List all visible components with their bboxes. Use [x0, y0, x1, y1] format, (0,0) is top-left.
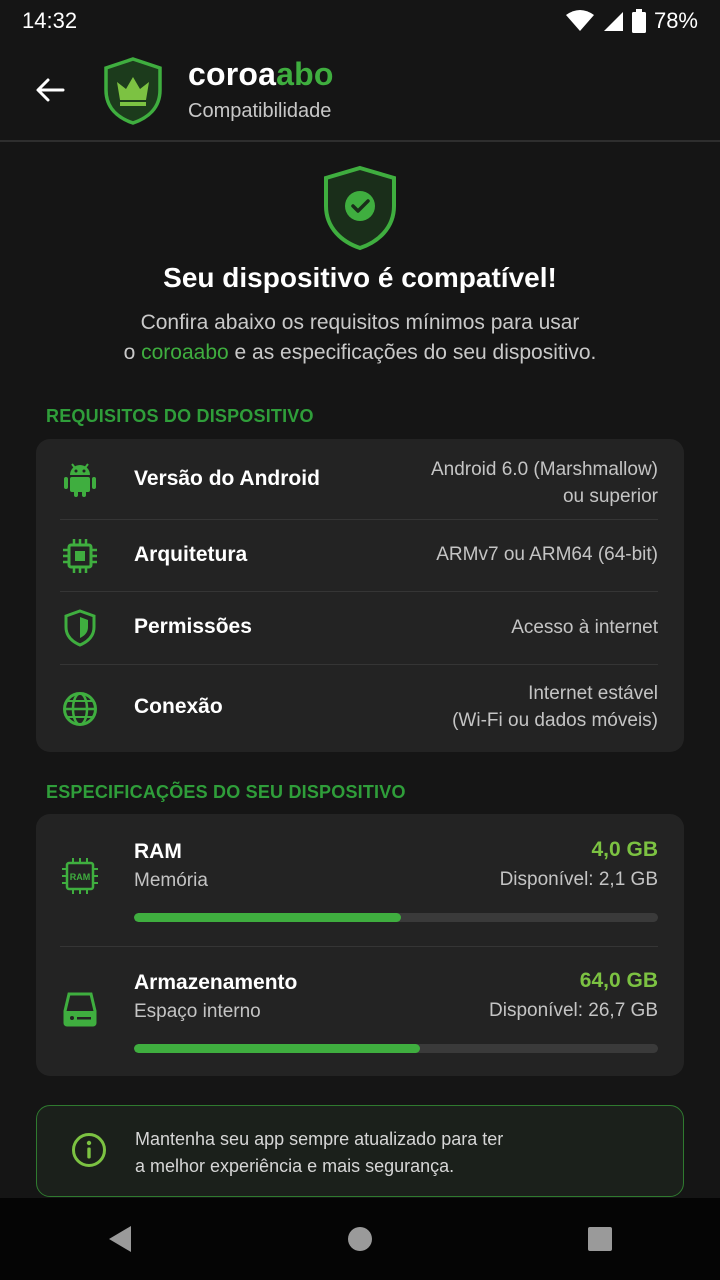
- app-bar-subtitle: Compatibilidade: [188, 100, 332, 122]
- battery-icon: [631, 9, 646, 33]
- requirements-section-title: REQUISITOS DO DISPOSITIVO: [46, 406, 314, 426]
- spec-row-storage: Armazenamento Espaço interno 64,0 GB Dis…: [36, 947, 684, 1076]
- requirement-label: Permissões: [134, 615, 252, 638]
- requirement-value: Acesso à internet: [511, 614, 658, 641]
- info-text-line-1: Mantenha seu app sempre atualizado para …: [135, 1129, 504, 1149]
- spec-label: Armazenamento: [134, 971, 298, 994]
- spec-available: Disponível: 26,7 GB: [489, 1000, 658, 1021]
- requirement-value-line-1: Android 6.0 (Marshmallow): [430, 459, 658, 480]
- globe-icon: [60, 689, 100, 729]
- nav-recents-button[interactable]: [570, 1209, 630, 1269]
- shield-check-icon: [324, 165, 396, 251]
- ram-icon-text: RAM: [70, 872, 91, 882]
- nav-home-button[interactable]: [330, 1209, 390, 1269]
- back-triangle-icon: [109, 1226, 131, 1252]
- spec-label: RAM: [134, 840, 182, 863]
- specs-section-title: ESPECIFICAÇÕES DO SEU DISPOSITIVO: [46, 782, 406, 802]
- info-text: Mantenha seu app sempre atualizado para …: [135, 1126, 655, 1180]
- requirement-value-line-1: Internet estável: [528, 683, 658, 704]
- requirements-card: Versão do Android Android 6.0 (Marshmall…: [36, 439, 684, 752]
- brand-part-2: abo: [276, 56, 334, 92]
- shield-icon: [60, 608, 100, 648]
- battery-percent: 78%: [653, 8, 698, 33]
- requirement-label: Conexão: [134, 695, 223, 718]
- android-icon: [60, 459, 100, 499]
- requirement-value-line-1: Acesso à internet: [511, 617, 658, 638]
- app-bar-divider: [0, 140, 720, 142]
- storage-icon: [60, 989, 100, 1029]
- requirement-value: ARMv7 ou ARM64 (64-bit): [436, 541, 658, 568]
- requirement-row-connection: Conexão Internet estável (Wi-Fi ou dados…: [36, 665, 684, 752]
- logo-crown-shield-icon: [104, 57, 162, 125]
- recents-square-icon: [588, 1227, 612, 1251]
- brand-part-1: coroa: [188, 56, 277, 92]
- requirement-label: Versão do Android: [134, 467, 320, 490]
- system-nav-bar: [0, 1198, 720, 1280]
- storage-usage-fill: [134, 1044, 420, 1053]
- status-icons: 78%: [565, 8, 698, 34]
- chip-icon: [60, 536, 100, 576]
- hero-description: Confira abaixo os requisitos mínimos par…: [60, 308, 660, 368]
- requirement-value: Android 6.0 (Marshmallow) ou superior: [431, 456, 658, 510]
- hero-desc-brand: coroaabo: [141, 341, 229, 364]
- requirement-row-android: Versão do Android Android 6.0 (Marshmall…: [36, 439, 684, 519]
- info-icon: [72, 1133, 106, 1167]
- requirement-row-architecture: Arquitetura ARMv7 ou ARM64 (64-bit): [36, 520, 684, 591]
- specs-card: RAM RAM Memória 4,0 GB Disponível: 2,1 G…: [36, 814, 684, 1076]
- spec-sub: Memória: [134, 870, 208, 891]
- info-card: Mantenha seu app sempre atualizado para …: [36, 1105, 684, 1197]
- wifi-icon: [565, 10, 594, 31]
- requirement-value: Internet estável (Wi-Fi ou dados móveis): [452, 680, 658, 734]
- storage-usage-bar: [134, 1044, 658, 1053]
- ram-usage-bar: [134, 913, 658, 922]
- hero-desc-line-2: o coroaabo e as especificações do seu di…: [60, 338, 660, 368]
- hero-desc-prefix: o: [123, 341, 142, 364]
- status-time: 14:32: [22, 8, 78, 33]
- hero-title: Seu dispositivo é compatível!: [163, 262, 557, 293]
- status-bar: 14:32 78%: [0, 0, 720, 42]
- spec-row-ram: RAM RAM Memória 4,0 GB Disponível: 2,1 G…: [36, 814, 684, 946]
- ram-icon: RAM: [60, 856, 100, 896]
- arrow-left-icon: [36, 78, 65, 102]
- hero-desc-line-1: Confira abaixo os requisitos mínimos par…: [140, 311, 580, 334]
- info-text-line-2: a melhor experiência e mais segurança.: [135, 1156, 455, 1176]
- ram-usage-fill: [134, 913, 402, 922]
- back-button[interactable]: [30, 70, 70, 110]
- hero-desc-suffix: e as especificações do seu dispositivo.: [228, 341, 597, 364]
- requirement-value-line-2: (Wi-Fi ou dados móveis): [452, 710, 658, 731]
- spec-total: 4,0 GB: [591, 838, 658, 861]
- home-circle-icon: [348, 1227, 372, 1251]
- requirement-value-line-2: ou superior: [562, 486, 658, 507]
- brand-name: coroaabo: [188, 56, 334, 93]
- nav-back-button[interactable]: [90, 1209, 150, 1269]
- spec-total: 64,0 GB: [579, 969, 658, 992]
- spec-available: Disponível: 2,1 GB: [499, 869, 658, 890]
- requirement-value-line-1: ARMv7 ou ARM64 (64-bit): [436, 544, 658, 565]
- spec-sub: Espaço interno: [134, 1001, 261, 1022]
- requirement-row-permissions: Permissões Acesso à internet: [36, 592, 684, 664]
- requirement-label: Arquitetura: [134, 543, 248, 566]
- app-bar: coroaabo Compatibilidade: [0, 42, 720, 140]
- signal-icon: [603, 12, 623, 31]
